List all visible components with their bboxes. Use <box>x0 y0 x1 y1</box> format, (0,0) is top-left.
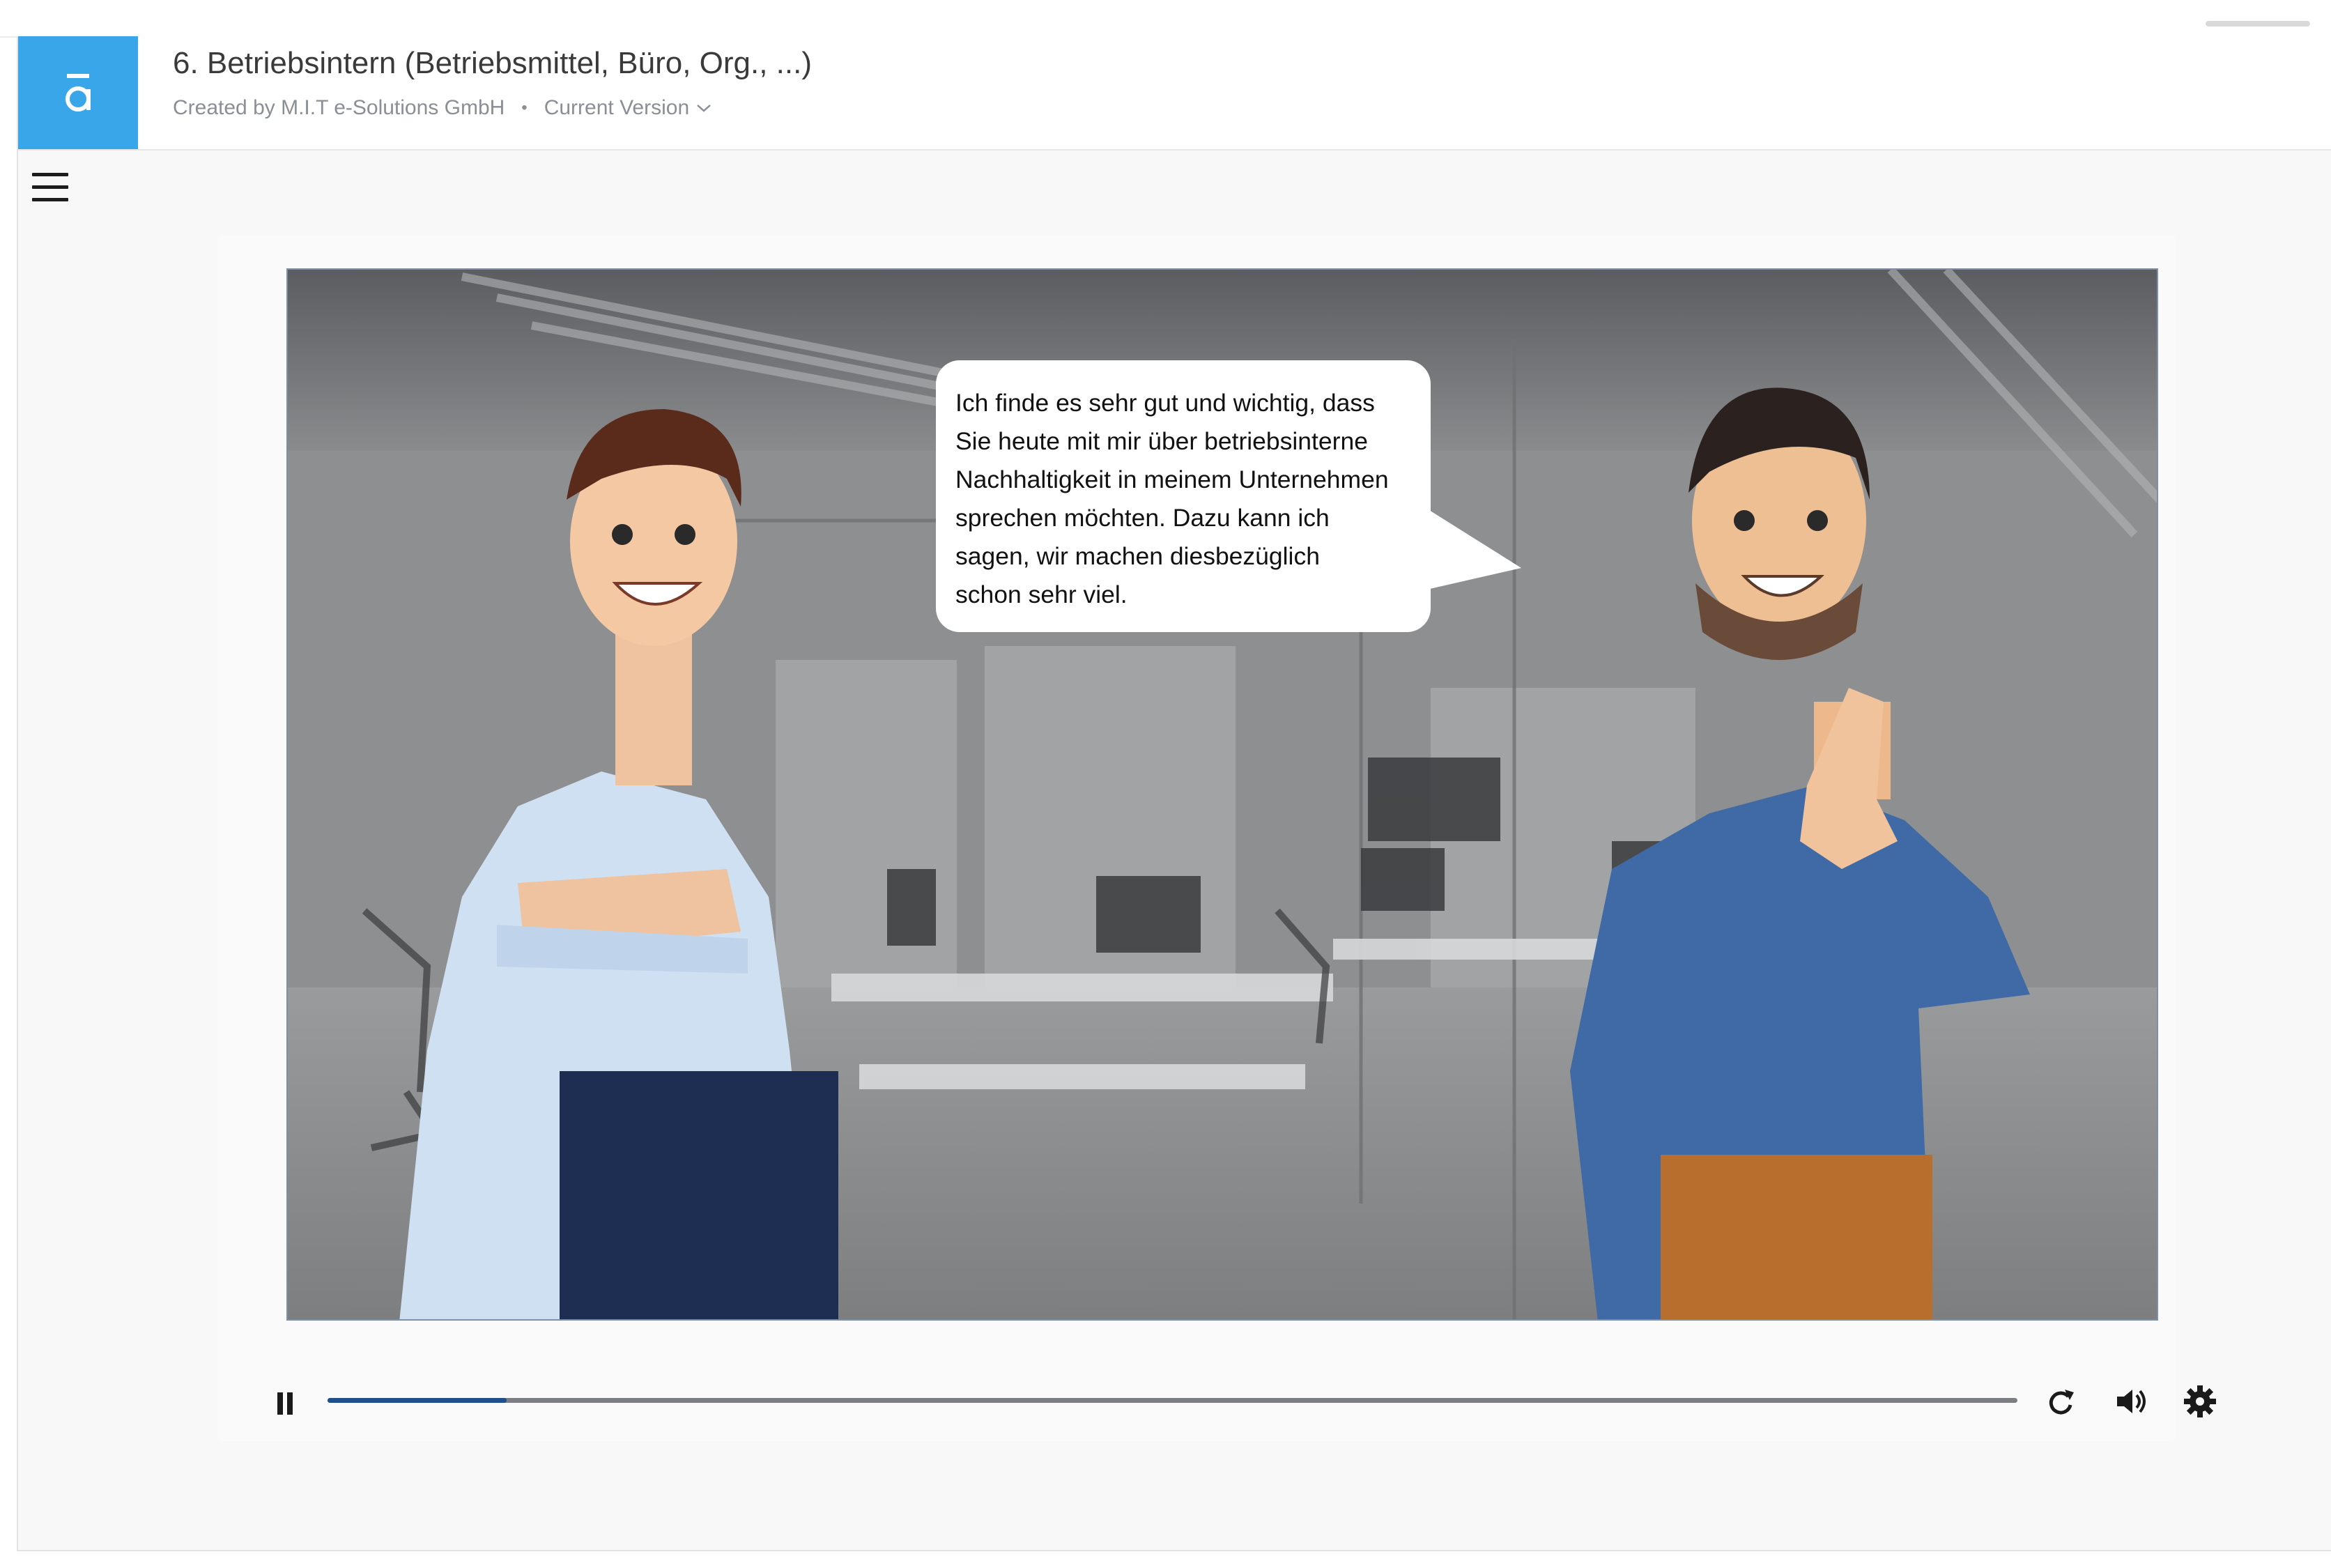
window-top-strip <box>0 0 2331 38</box>
version-dropdown[interactable]: Current Version <box>544 96 711 120</box>
course-header: 6. Betriebsintern (Betriebsmittel, Büro,… <box>18 36 2331 151</box>
volume-icon <box>2117 1390 2146 1413</box>
progress-fill <box>328 1398 507 1403</box>
gear-icon <box>2184 1385 2216 1417</box>
speech-bubble-tail <box>1424 507 1521 590</box>
video-controls <box>251 1373 2230 1429</box>
logo-icon <box>66 74 91 112</box>
pause-button[interactable] <box>272 1384 300 1417</box>
volume-button[interactable] <box>2111 1383 2149 1420</box>
speech-bubble-text: Ich finde es sehr gut und wichtig, dass … <box>955 389 1389 608</box>
resize-handle[interactable] <box>2206 21 2310 26</box>
pause-icon <box>277 1392 293 1415</box>
settings-button[interactable] <box>2181 1383 2219 1420</box>
created-by-label: Created by M.I.T e-Solutions GmbH <box>173 96 505 119</box>
hamburger-menu-button[interactable] <box>32 173 71 206</box>
chevron-down-icon <box>697 105 711 112</box>
progress-bar[interactable] <box>328 1398 2017 1403</box>
course-meta: Created by M.I.T e-Solutions GmbH • Curr… <box>173 96 711 120</box>
speech-bubble: Ich finde es sehr gut und wichtig, dass … <box>936 360 1431 632</box>
video-frame[interactable]: Ich finde es sehr gut und wichtig, dass … <box>286 268 2158 1321</box>
version-label: Current Version <box>544 96 690 119</box>
replay-icon <box>2049 1390 2074 1415</box>
meta-separator: • <box>521 98 528 117</box>
app-logo[interactable] <box>18 36 138 149</box>
course-title: 6. Betriebsintern (Betriebsmittel, Büro,… <box>173 46 812 80</box>
replay-button[interactable] <box>2042 1383 2079 1420</box>
